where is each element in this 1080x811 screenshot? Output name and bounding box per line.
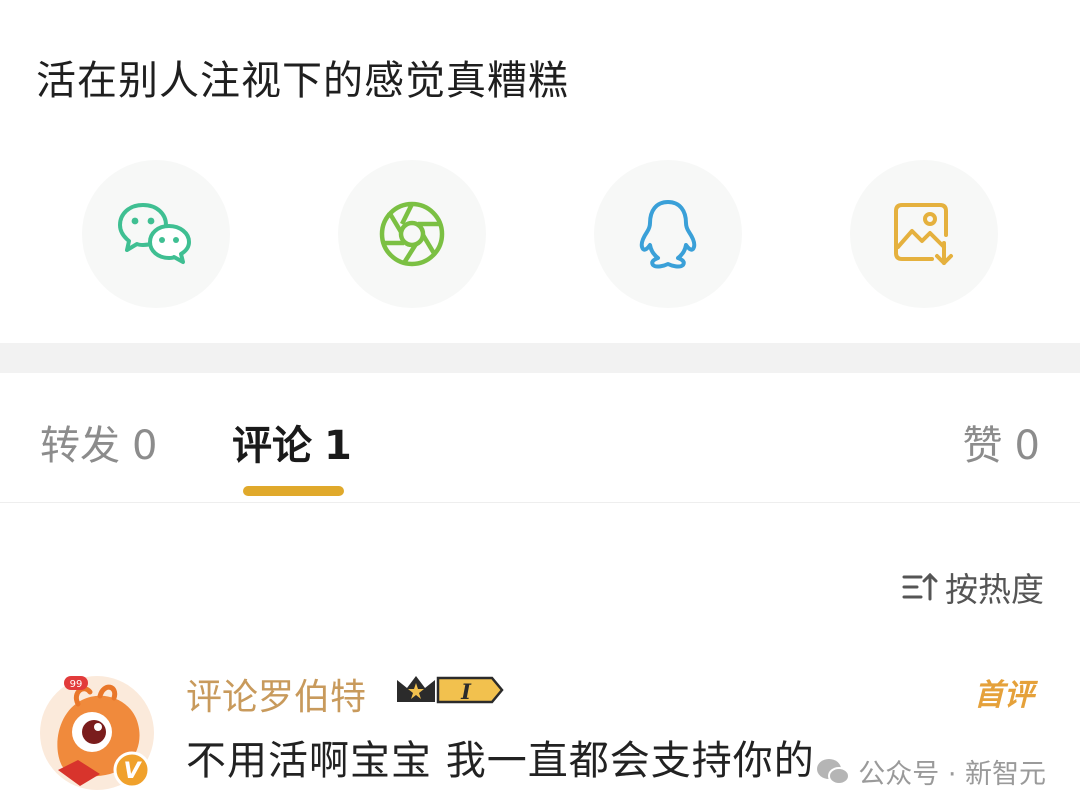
wechat-official-account-icon [817,758,851,785]
comment-text: 不用活啊宝宝 我一直都会支持你的 [186,738,815,784]
level-badge-text: I [460,679,472,704]
share-row [0,160,1080,310]
active-tab-indicator [243,486,344,496]
avatar[interactable]: 99 V [38,674,156,792]
wechat-icon [118,203,191,264]
tab-comment-count: 1 [324,423,352,469]
watermark: 公众号 · 新智元 [816,752,1046,791]
save-image-icon [894,203,953,265]
sort-label: 按热度 [945,570,1044,609]
tab-repost[interactable]: 转发 0 [40,413,157,471]
tab-bar: 转发 0 评论 1 赞0 [0,373,1080,503]
first-comment-badge: 首评 [974,678,1034,713]
tab-like-count: 0 [1014,423,1040,469]
avatar-tag-text: 99 [70,679,83,690]
member-level-badge: I [397,676,504,704]
tab-comment[interactable]: 评论 1 [232,413,352,471]
watermark-text: 公众号 · 新智元 [858,759,1046,790]
verified-badge-text: V [123,759,142,784]
tab-like[interactable]: 赞0 [963,413,1040,471]
post-text: 活在别人注视下的感觉真糟糕 [36,58,569,104]
share-qq-button[interactable] [594,160,742,308]
tab-repost-label: 转发 [40,423,120,469]
tab-comment-label: 评论 [232,423,312,469]
tab-repost-count: 0 [132,423,158,469]
save-image-button[interactable] [850,160,998,308]
sort-button[interactable]: 按热度 [901,563,1044,611]
share-wechat-button[interactable] [82,160,230,308]
comment-username[interactable]: 评论罗伯特 [186,668,366,720]
section-divider [0,343,1080,373]
share-moments-button[interactable] [338,160,486,308]
sort-icon [902,572,938,601]
moments-icon [379,201,445,267]
tab-like-label: 赞 [962,423,1003,469]
qq-icon [639,200,697,269]
